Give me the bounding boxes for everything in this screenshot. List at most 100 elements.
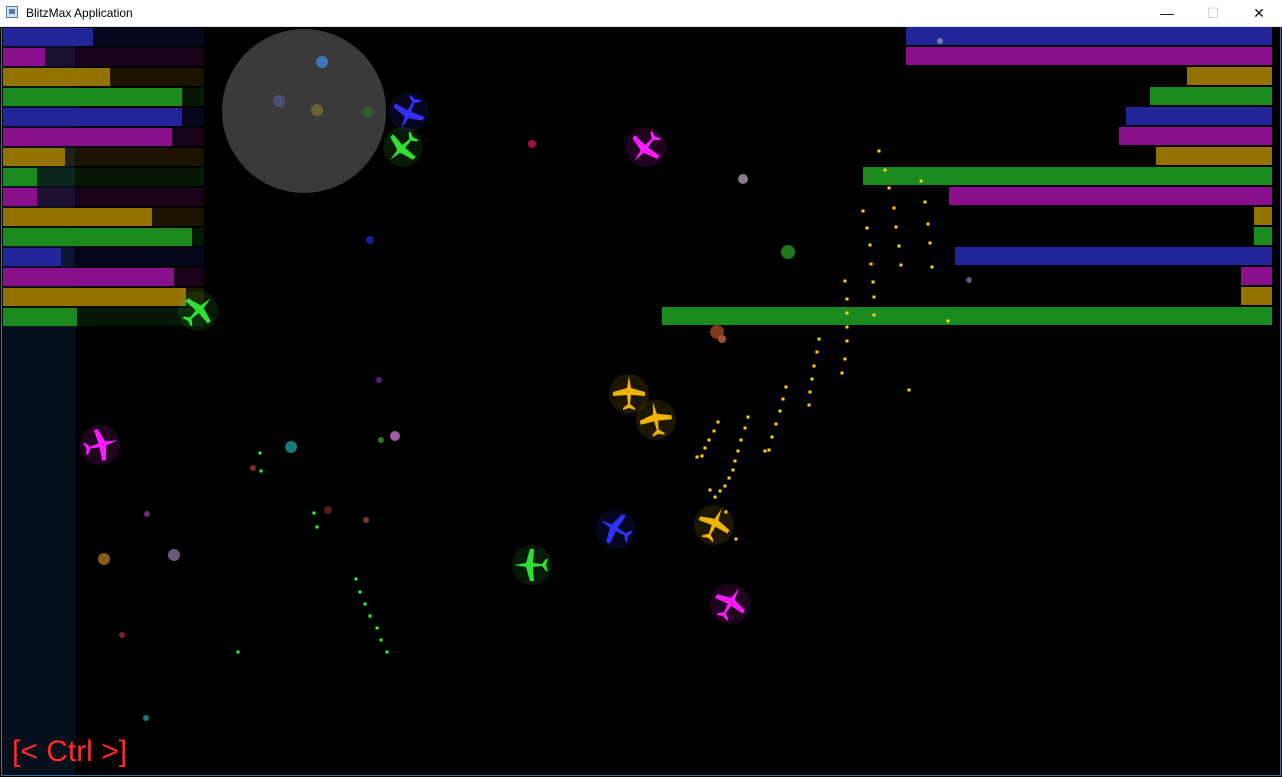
right-bar [1156,147,1272,165]
bullet [845,339,849,343]
bullet [807,403,811,407]
bullet [872,295,876,299]
right-bar [1150,87,1272,105]
left-bar-fill [3,48,45,66]
plane-magenta [710,584,750,624]
debris-particle [144,511,150,517]
bullet [774,422,778,426]
bullet [808,390,812,394]
debris-particle [285,441,297,453]
left-bar-fill [3,188,37,206]
right-bar [1126,107,1272,125]
plane-green [512,545,552,585]
bullet [778,409,782,413]
bullet [877,149,881,153]
bullet [770,435,774,439]
bullet [817,337,821,341]
radar-blip [316,56,328,68]
bullet [358,590,362,594]
bullet [259,469,263,473]
bullet [840,371,844,375]
bullet [734,537,738,541]
maximize-button[interactable]: ☐ [1190,0,1236,26]
bullet [716,420,720,424]
debris-particle [390,431,400,441]
bullet [869,262,873,266]
bullet [923,200,927,204]
bullet [926,222,930,226]
debris-particle [718,335,726,343]
game-scene [3,27,1272,721]
left-bar-fill [3,28,93,46]
debris-particle [376,377,382,383]
right-bar [1187,67,1272,85]
left-bar-fill [3,168,37,186]
bullet [843,357,847,361]
left-bar-fill [3,208,152,226]
right-bar [662,307,1272,325]
bullet [354,577,358,581]
debris-particle [937,38,943,44]
right-bar [1254,207,1272,225]
plane-magenta [80,425,120,465]
debris-particle [738,174,748,184]
bullet [700,454,704,458]
debris-particle [363,517,369,523]
right-bar [1119,127,1272,145]
left-bar-fill [3,68,110,86]
window-titlebar: BlitzMax Application — ☐ ✕ [0,0,1282,27]
bullet [812,364,816,368]
bullet [703,446,707,450]
bullet [871,280,875,284]
bullet [815,350,819,354]
radar-blip [273,95,285,107]
bullet [845,311,849,315]
bullet [743,426,747,430]
ctrl-label: [< Ctrl >] [12,735,128,768]
bullet [258,451,262,455]
close-button[interactable]: ✕ [1236,0,1282,26]
bullet [907,388,911,392]
bullet [746,415,750,419]
game-canvas[interactable]: [< Ctrl >] [1,27,1281,776]
right-bar [906,27,1272,45]
left-bar-fill [3,108,182,126]
bullet [930,265,934,269]
bullet [946,319,950,323]
bullet [892,206,896,210]
right-bar [1254,227,1272,245]
debris-particle [781,245,795,259]
bullet [707,438,711,442]
right-bar [863,167,1272,185]
bullet [767,448,771,452]
minimize-button[interactable]: — [1144,0,1190,26]
bullet [379,638,383,642]
debris-particle [528,140,536,148]
debris-particle [250,465,256,471]
left-bar-fill [3,148,65,166]
bullet [736,449,740,453]
debris-particle [324,506,332,514]
bullet [713,495,717,499]
left-bar-fill [3,88,182,106]
right-bar [949,187,1272,205]
plane-magenta [626,127,666,167]
bullet [712,429,716,433]
bullet [845,297,849,301]
bullet [727,476,731,480]
bullet [363,602,367,606]
bullet [868,243,872,247]
right-bar [955,247,1272,265]
bullet [861,209,865,213]
debris-particle [366,236,374,244]
bullet [899,263,903,267]
debris-particle [378,437,384,443]
debris-particle [143,715,149,721]
bullet [887,186,891,190]
radar-blip [362,106,374,118]
bullet [312,511,316,515]
left-bar-fill [3,248,61,266]
bullet [810,377,814,381]
left-bar-fill [3,268,174,286]
bullet [723,484,727,488]
